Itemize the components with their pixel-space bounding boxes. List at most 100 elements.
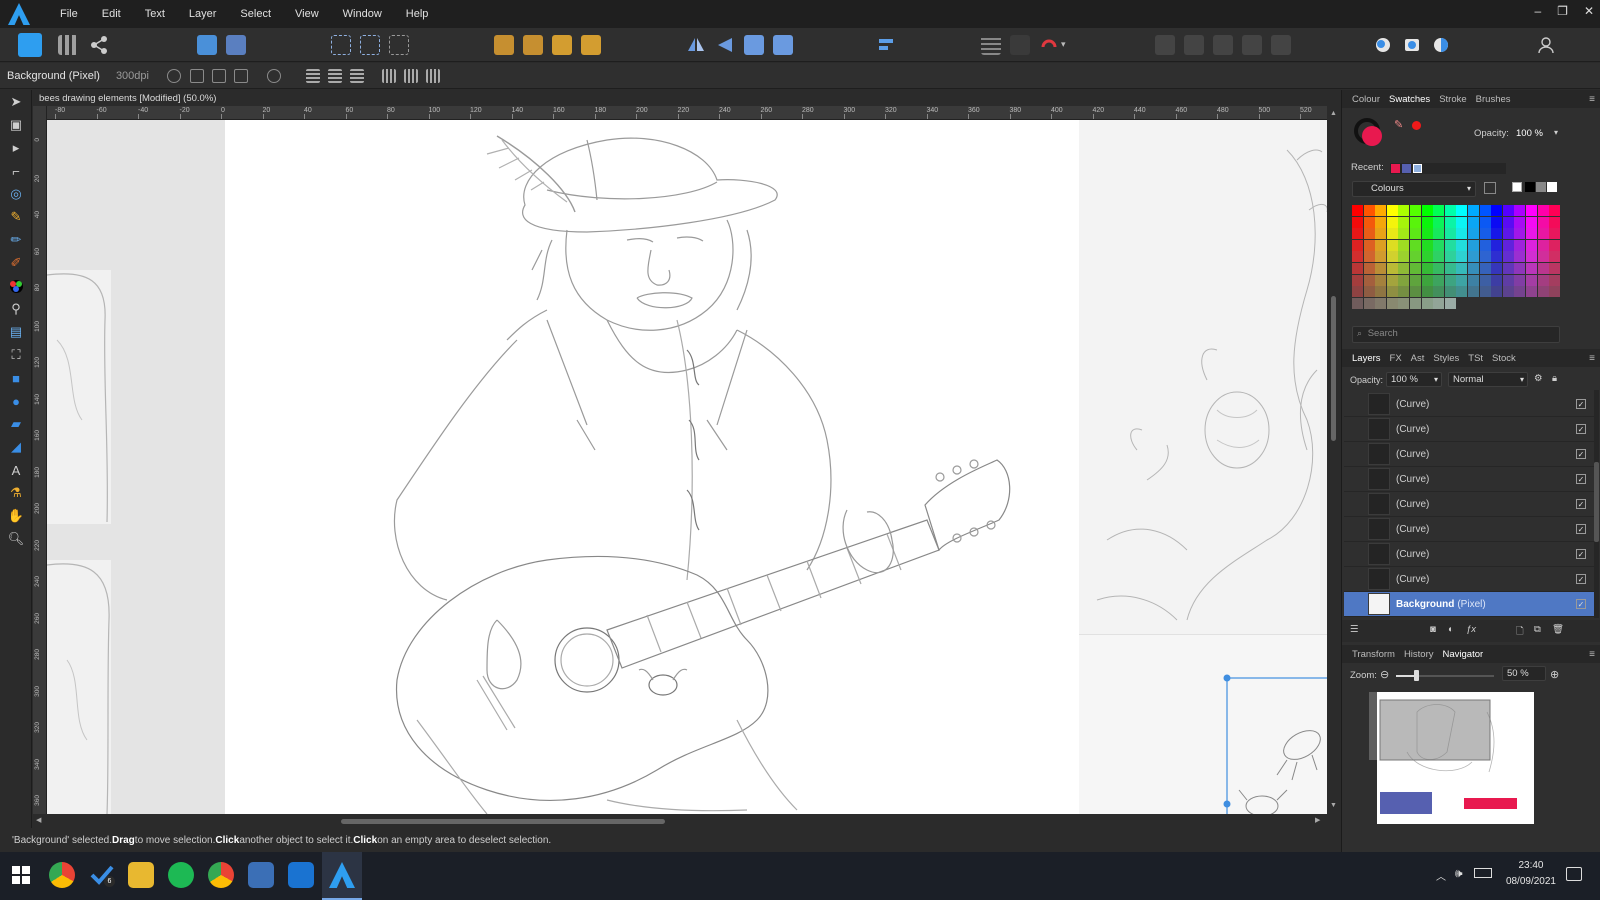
swatch[interactable] bbox=[1467, 251, 1479, 263]
vertical-scrollbar[interactable]: ▲ ▼ bbox=[1327, 106, 1340, 814]
swatch[interactable] bbox=[1491, 251, 1503, 263]
swatch[interactable] bbox=[1502, 274, 1514, 286]
assistant-icon[interactable] bbox=[1010, 35, 1030, 55]
tray-chevron-icon[interactable]: ︿ bbox=[1436, 868, 1446, 883]
arrange-back-icon[interactable] bbox=[494, 35, 514, 55]
swatch[interactable] bbox=[1433, 239, 1445, 251]
tab-stock[interactable]: Stock bbox=[1492, 353, 1516, 364]
swatch[interactable] bbox=[1363, 297, 1375, 309]
scroll-right-icon[interactable]: ▶ bbox=[1315, 816, 1320, 824]
delete-layer-icon[interactable]: 🗑︎ bbox=[1552, 624, 1564, 635]
refine-selection-icon[interactable] bbox=[1431, 35, 1451, 55]
palette-select[interactable]: Colours ▾ bbox=[1352, 181, 1476, 197]
swatch[interactable] bbox=[1502, 239, 1514, 251]
swatch[interactable] bbox=[1456, 239, 1468, 251]
vertical-scroll-thumb[interactable] bbox=[1331, 296, 1336, 441]
swatch[interactable] bbox=[1409, 205, 1421, 216]
system-clock[interactable]: 23:40 08/09/2021 bbox=[1506, 858, 1556, 890]
tab-stroke[interactable]: Stroke bbox=[1439, 94, 1466, 105]
share-icon[interactable] bbox=[89, 35, 109, 55]
marquee-select-icon[interactable] bbox=[331, 35, 351, 55]
layer-visibility-checkbox[interactable]: ✓ bbox=[1576, 574, 1586, 584]
swatch[interactable] bbox=[1537, 274, 1549, 286]
snapping-grid-icon[interactable] bbox=[981, 35, 1001, 55]
blend-mode-dropdown-icon[interactable]: ▾ bbox=[1520, 373, 1524, 386]
swatch[interactable] bbox=[1398, 286, 1410, 298]
horizontal-scroll-thumb[interactable] bbox=[341, 819, 665, 824]
swatch[interactable] bbox=[1409, 216, 1421, 228]
swatch[interactable] bbox=[1375, 286, 1387, 298]
scroll-up-icon[interactable]: ▲ bbox=[1330, 110, 1337, 117]
swatch[interactable] bbox=[1386, 251, 1398, 263]
group-layer-icon[interactable]: ⧉ bbox=[1534, 624, 1541, 635]
layer-visibility-checkbox[interactable]: ✓ bbox=[1576, 449, 1586, 459]
swatch[interactable] bbox=[1421, 297, 1433, 309]
swatch[interactable] bbox=[1421, 216, 1433, 228]
fx-layer-icon[interactable]: ƒx bbox=[1466, 624, 1476, 635]
eyedropper-icon[interactable]: ✎ bbox=[1394, 118, 1403, 131]
swatch[interactable] bbox=[1514, 251, 1526, 263]
gradient-tool-icon[interactable]: ▤ bbox=[8, 324, 24, 340]
swatch[interactable] bbox=[1409, 239, 1421, 251]
boolean-add-icon[interactable] bbox=[1155, 35, 1175, 55]
swatch[interactable] bbox=[1502, 205, 1514, 216]
swatch[interactable] bbox=[1479, 262, 1491, 274]
swatch[interactable] bbox=[1433, 228, 1445, 240]
affinity-taskbar-icon[interactable] bbox=[329, 862, 355, 888]
liquify-persona-icon[interactable] bbox=[197, 35, 217, 55]
swatch-search-field[interactable]: ⌕ Search bbox=[1352, 326, 1560, 343]
fill-color-well[interactable] bbox=[1362, 126, 1382, 146]
selection-handle[interactable] bbox=[1223, 674, 1231, 682]
swatch[interactable] bbox=[1363, 251, 1375, 263]
swatch[interactable] bbox=[1467, 262, 1479, 274]
zoom-tool-icon[interactable]: 🔍︎ bbox=[8, 531, 25, 547]
add-layer-icon[interactable]: 🗋︎ bbox=[1516, 624, 1524, 640]
rotate-right-icon[interactable] bbox=[773, 35, 793, 55]
layer-row[interactable]: (Curve) ✓ bbox=[1344, 542, 1594, 567]
hand-tool-icon[interactable]: ✋ bbox=[8, 508, 24, 524]
swatch[interactable] bbox=[1444, 297, 1456, 309]
swatch[interactable] bbox=[1363, 228, 1375, 240]
swatch[interactable] bbox=[1525, 251, 1537, 263]
boolean-intersect-icon[interactable] bbox=[1213, 35, 1233, 55]
swatch[interactable] bbox=[1421, 205, 1433, 216]
opacity-dropdown-icon[interactable]: ▾ bbox=[1554, 128, 1558, 137]
swatch[interactable] bbox=[1398, 251, 1410, 263]
swatch[interactable] bbox=[1352, 216, 1363, 228]
align-top-icon[interactable] bbox=[382, 69, 396, 83]
swatch[interactable] bbox=[1467, 205, 1479, 216]
user-account-icon[interactable] bbox=[1536, 35, 1556, 55]
layer-row[interactable]: (Curve) ✓ bbox=[1344, 467, 1594, 492]
layer-opacity-dropdown-icon[interactable]: ▾ bbox=[1434, 373, 1438, 386]
transform-origin-icon[interactable] bbox=[167, 69, 181, 83]
layers-stack-icon[interactable]: ☰ bbox=[1350, 624, 1359, 635]
ellipse-tool-icon[interactable]: ● bbox=[8, 393, 24, 409]
swatch[interactable] bbox=[1444, 251, 1456, 263]
layer-row[interactable]: (Curve) ✓ bbox=[1344, 567, 1594, 592]
navigator-menu-icon[interactable]: ≡ bbox=[1589, 649, 1595, 660]
swatch[interactable] bbox=[1386, 286, 1398, 298]
swatch[interactable] bbox=[1537, 251, 1549, 263]
fill-tool-icon[interactable]: ⚲ bbox=[8, 301, 24, 317]
vector-crop-tool-icon[interactable]: ⛶ bbox=[8, 347, 24, 363]
swatch[interactable] bbox=[1456, 205, 1468, 216]
swatch[interactable] bbox=[1363, 286, 1375, 298]
swatch[interactable] bbox=[1514, 262, 1526, 274]
menu-select[interactable]: Select bbox=[228, 8, 283, 20]
swatch[interactable] bbox=[1444, 228, 1456, 240]
chrome-profile-icon[interactable] bbox=[208, 862, 234, 888]
swatch[interactable] bbox=[1514, 286, 1526, 298]
swatch[interactable] bbox=[1456, 251, 1468, 263]
swatch[interactable] bbox=[1421, 251, 1433, 263]
close-window-button[interactable]: ✕ bbox=[1584, 4, 1594, 18]
chrome-icon[interactable] bbox=[49, 862, 75, 888]
selection-handle[interactable] bbox=[1223, 800, 1231, 808]
swatch[interactable] bbox=[1375, 262, 1387, 274]
swatch[interactable] bbox=[1525, 274, 1537, 286]
layer-row[interactable]: (Curve) ✓ bbox=[1344, 517, 1594, 542]
swatch[interactable] bbox=[1525, 239, 1537, 251]
swatch[interactable] bbox=[1363, 274, 1375, 286]
node-tool-icon[interactable]: ▸ bbox=[8, 140, 24, 156]
swatch-grid[interactable] bbox=[1352, 205, 1561, 309]
black-swatch[interactable] bbox=[1525, 182, 1535, 192]
